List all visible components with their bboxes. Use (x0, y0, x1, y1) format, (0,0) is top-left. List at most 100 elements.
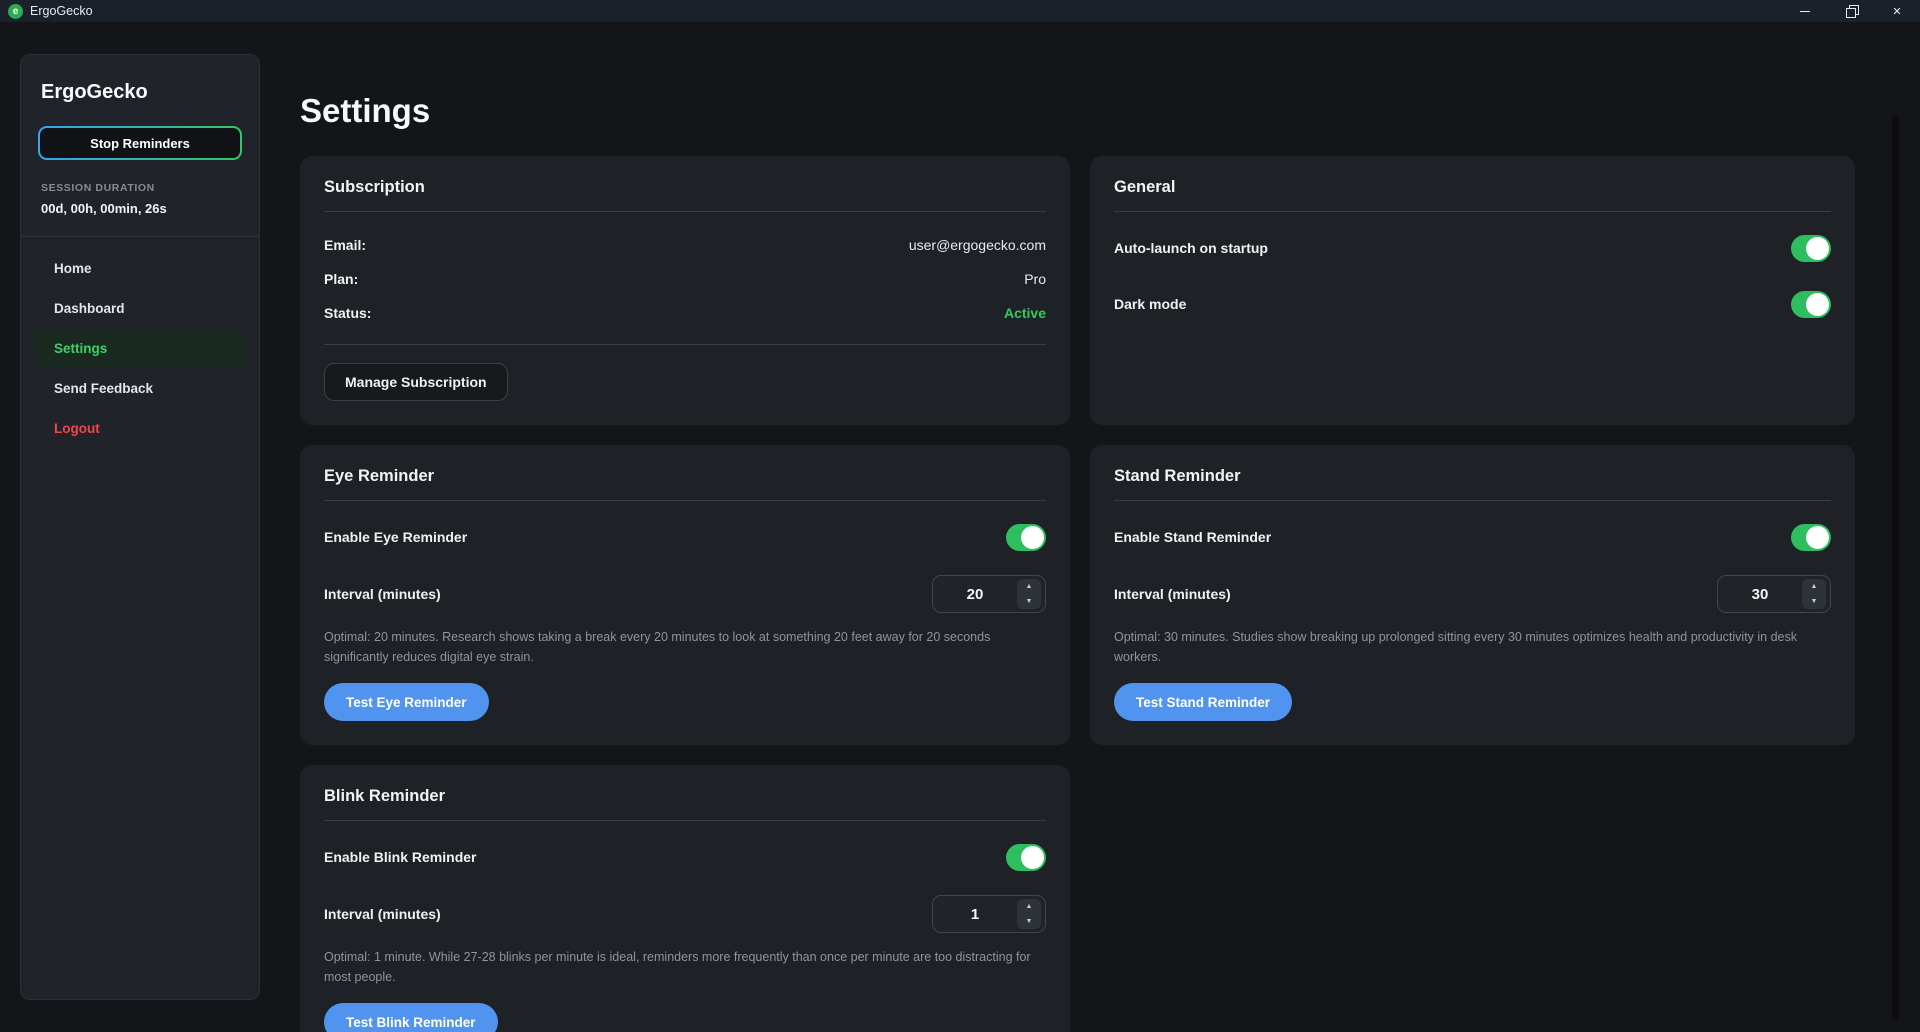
blink-reminder-card-title: Blink Reminder (324, 787, 1046, 806)
eye-interval-spinner: ▲ ▼ (1017, 579, 1041, 609)
email-label: Email: (324, 237, 366, 253)
main-content: Settings Subscription Email: user@ergoge… (300, 22, 1855, 1032)
toggle-knob (1806, 293, 1829, 316)
titlebar: e ErgoGecko ✕ (0, 0, 1920, 22)
stand-interval-stepper: ▲ ▼ (1717, 575, 1831, 613)
auto-launch-label: Auto-launch on startup (1114, 240, 1268, 256)
eye-interval-row: Interval (minutes) ▲ ▼ (324, 575, 1046, 613)
spinner-up-icon[interactable]: ▲ (1017, 899, 1041, 914)
status-badge: Active (1004, 305, 1046, 321)
subscription-card: Subscription Email: user@ergogecko.com P… (300, 156, 1070, 425)
minimize-icon (1800, 11, 1810, 12)
email-value: user@ergogecko.com (909, 237, 1046, 253)
test-blink-reminder-button[interactable]: Test Blink Reminder (324, 1003, 498, 1032)
enable-blink-reminder-toggle[interactable] (1006, 844, 1046, 871)
eye-interval-stepper: ▲ ▼ (932, 575, 1046, 613)
general-card-title: General (1114, 178, 1831, 197)
enable-eye-reminder-label: Enable Eye Reminder (324, 529, 467, 545)
card-divider (324, 344, 1046, 345)
sidebar-item-settings[interactable]: Settings (34, 329, 246, 367)
stand-interval-input[interactable] (1718, 586, 1802, 603)
enable-eye-reminder-toggle[interactable] (1006, 524, 1046, 551)
session-duration-value: 00d, 00h, 00min, 26s (41, 201, 239, 216)
dark-mode-toggle[interactable] (1791, 291, 1831, 318)
sidebar: ErgoGecko Stop Reminders SESSION DURATIO… (20, 54, 260, 1000)
toggle-knob (1021, 846, 1044, 869)
sidebar-item-logout[interactable]: Logout (34, 409, 246, 447)
stop-reminders-button[interactable]: Stop Reminders (38, 126, 242, 160)
subscription-card-title: Subscription (324, 178, 1046, 197)
card-divider (324, 820, 1046, 821)
spinner-up-icon[interactable]: ▲ (1802, 579, 1826, 594)
window-title: ErgoGecko (30, 4, 93, 18)
eye-reminder-card: Eye Reminder Enable Eye Reminder Interva… (300, 445, 1070, 745)
sidebar-divider (21, 236, 259, 237)
eye-reminder-card-title: Eye Reminder (324, 467, 1046, 486)
enable-stand-reminder-toggle[interactable] (1791, 524, 1831, 551)
sidebar-item-send-feedback[interactable]: Send Feedback (34, 369, 246, 407)
general-card: General Auto-launch on startup Dark mode (1090, 156, 1855, 425)
subscription-rows: Email: user@ergogecko.com Plan: Pro Stat… (324, 228, 1046, 330)
blink-reminder-help-text: Optimal: 1 minute. While 27-28 blinks pe… (324, 947, 1046, 987)
close-icon: ✕ (1892, 5, 1901, 18)
app-body: ErgoGecko Stop Reminders SESSION DURATIO… (0, 22, 1920, 1032)
minimize-button[interactable] (1782, 0, 1828, 22)
session-duration-label: SESSION DURATION (41, 182, 239, 194)
restore-button[interactable] (1828, 0, 1874, 22)
stand-interval-row: Interval (minutes) ▲ ▼ (1114, 575, 1831, 613)
restore-icon (1847, 7, 1856, 16)
enable-eye-reminder-row: Enable Eye Reminder (324, 517, 1046, 557)
toggle-knob (1806, 237, 1829, 260)
toggle-knob (1806, 526, 1829, 549)
app-logo-icon: e (8, 4, 23, 19)
stand-interval-spinner: ▲ ▼ (1802, 579, 1826, 609)
test-stand-reminder-button[interactable]: Test Stand Reminder (1114, 683, 1292, 721)
card-divider (324, 211, 1046, 212)
card-divider (1114, 500, 1831, 501)
spinner-down-icon[interactable]: ▼ (1017, 594, 1041, 609)
blink-interval-row: Interval (minutes) ▲ ▼ (324, 895, 1046, 933)
sidebar-item-home[interactable]: Home (34, 249, 246, 287)
enable-stand-reminder-label: Enable Stand Reminder (1114, 529, 1271, 545)
blink-reminder-card: Blink Reminder Enable Blink Reminder Int… (300, 765, 1070, 1032)
enable-stand-reminder-row: Enable Stand Reminder (1114, 517, 1831, 557)
dark-mode-row: Dark mode (1114, 284, 1831, 324)
stand-reminder-help-text: Optimal: 30 minutes. Studies show breaki… (1114, 627, 1831, 667)
plan-label: Plan: (324, 271, 358, 287)
subscription-row-plan: Plan: Pro (324, 262, 1046, 296)
card-divider (1114, 211, 1831, 212)
eye-reminder-help-text: Optimal: 20 minutes. Research shows taki… (324, 627, 1046, 667)
status-label: Status: (324, 305, 371, 321)
auto-launch-row: Auto-launch on startup (1114, 228, 1831, 268)
manage-subscription-button[interactable]: Manage Subscription (324, 363, 508, 401)
subscription-row-email: Email: user@ergogecko.com (324, 228, 1046, 262)
stand-reminder-card-title: Stand Reminder (1114, 467, 1831, 486)
spinner-down-icon[interactable]: ▼ (1017, 914, 1041, 929)
dark-mode-label: Dark mode (1114, 296, 1186, 312)
eye-interval-input[interactable] (933, 586, 1017, 603)
card-divider (324, 500, 1046, 501)
toggle-knob (1021, 526, 1044, 549)
eye-interval-label: Interval (minutes) (324, 586, 441, 602)
page-title: Settings (300, 92, 1855, 130)
sidebar-item-dashboard[interactable]: Dashboard (34, 289, 246, 327)
enable-blink-reminder-label: Enable Blink Reminder (324, 849, 476, 865)
enable-blink-reminder-row: Enable Blink Reminder (324, 837, 1046, 877)
test-eye-reminder-button[interactable]: Test Eye Reminder (324, 683, 489, 721)
sidebar-nav: Home Dashboard Settings Send Feedback Lo… (34, 249, 246, 447)
blink-interval-spinner: ▲ ▼ (1017, 899, 1041, 929)
spinner-up-icon[interactable]: ▲ (1017, 579, 1041, 594)
blink-interval-stepper: ▲ ▼ (932, 895, 1046, 933)
vertical-scrollbar-thumb[interactable] (1892, 115, 1899, 1020)
auto-launch-toggle[interactable] (1791, 235, 1831, 262)
settings-cards-grid: Subscription Email: user@ergogecko.com P… (300, 156, 1855, 1032)
close-button[interactable]: ✕ (1874, 0, 1920, 22)
stand-reminder-card: Stand Reminder Enable Stand Reminder Int… (1090, 445, 1855, 745)
app-name: ErgoGecko (34, 81, 246, 104)
stand-interval-label: Interval (minutes) (1114, 586, 1231, 602)
subscription-row-status: Status: Active (324, 296, 1046, 330)
blink-interval-input[interactable] (933, 906, 1017, 923)
spinner-down-icon[interactable]: ▼ (1802, 594, 1826, 609)
plan-value: Pro (1024, 271, 1046, 287)
blink-interval-label: Interval (minutes) (324, 906, 441, 922)
